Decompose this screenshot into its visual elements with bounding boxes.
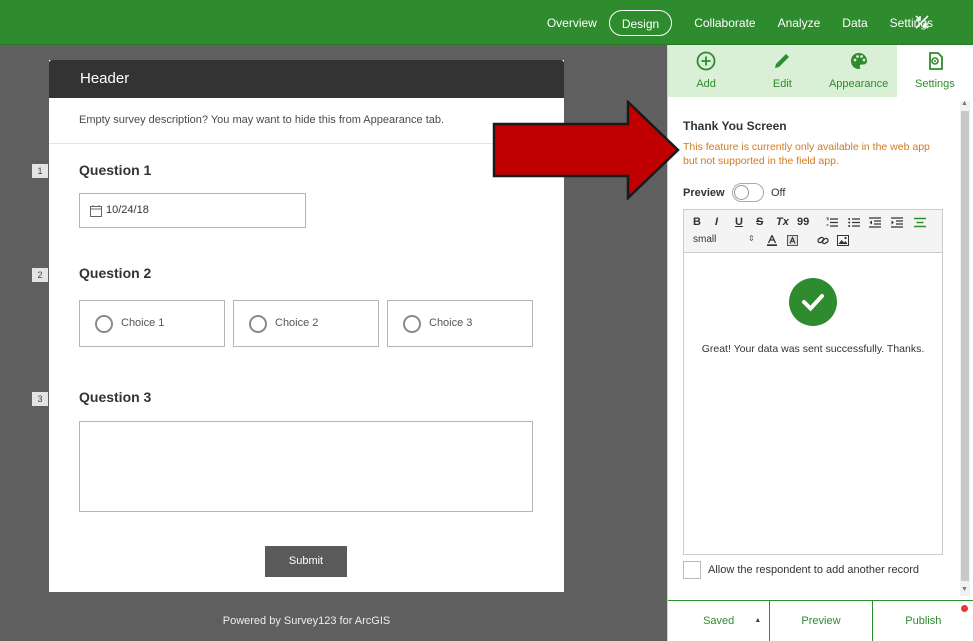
- quote-button[interactable]: 99: [797, 216, 809, 228]
- preview-toggle[interactable]: [732, 183, 764, 202]
- choice-1[interactable]: Choice 1: [79, 300, 225, 347]
- outdent-icon[interactable]: [869, 217, 881, 228]
- panel-bottom-bar: Saved ▲ Preview Publish: [668, 600, 973, 641]
- allow-another-checkbox[interactable]: [683, 561, 701, 579]
- radio-icon: [249, 315, 267, 333]
- indent-icon[interactable]: [891, 217, 903, 228]
- submit-button[interactable]: Submit: [265, 546, 347, 577]
- preview-label: Preview: [683, 187, 725, 199]
- nav-collaborate[interactable]: Collaborate: [694, 10, 755, 36]
- tab-edit[interactable]: Edit: [744, 45, 821, 97]
- image-icon[interactable]: [837, 235, 849, 246]
- background-color-icon[interactable]: [787, 235, 798, 246]
- choice-label: Choice 2: [275, 317, 319, 329]
- question-number-1: 1: [32, 164, 48, 178]
- caret-up-icon: ▲: [754, 617, 762, 624]
- clear-format-button[interactable]: Tx: [776, 216, 789, 228]
- bullet-list-icon[interactable]: [848, 217, 860, 228]
- editor-toolbar: B I U S Tx 99 small ⇕: [684, 210, 942, 253]
- bold-button[interactable]: B: [693, 216, 701, 228]
- preview-state: Off: [771, 187, 786, 199]
- settings-doc-icon: [928, 52, 943, 70]
- tab-settings[interactable]: Settings: [896, 45, 973, 97]
- nav-analyze[interactable]: Analyze: [778, 10, 821, 36]
- italic-button[interactable]: I: [715, 216, 718, 228]
- scroll-thumb[interactable]: [961, 111, 969, 581]
- publish-button[interactable]: Publish: [873, 601, 973, 641]
- select-arrows-icon[interactable]: ⇕: [748, 234, 755, 243]
- choice-3[interactable]: Choice 3: [387, 300, 533, 347]
- settings-panel: Add Edit Appearance Settings ▲ ▼ Thank Y…: [667, 45, 973, 641]
- survey-header[interactable]: Header: [49, 60, 564, 98]
- survey-form: Header Empty survey description? You may…: [49, 60, 564, 592]
- underline-button[interactable]: U: [735, 216, 743, 228]
- preview-button[interactable]: Preview: [770, 601, 873, 641]
- panel-scrollbar[interactable]: ▲ ▼: [960, 100, 970, 596]
- date-value: 10/24/18: [106, 204, 149, 216]
- scroll-down-icon[interactable]: ▼: [961, 586, 968, 593]
- font-size-select[interactable]: small: [693, 234, 716, 245]
- strike-button[interactable]: S: [756, 216, 763, 228]
- pencil-icon: [775, 54, 790, 68]
- align-center-icon[interactable]: [914, 217, 926, 228]
- choice-label: Choice 1: [121, 317, 165, 329]
- numbered-list-icon[interactable]: [826, 217, 838, 228]
- tab-appearance[interactable]: Appearance: [820, 45, 897, 97]
- warning-text: This feature is currently only available…: [683, 141, 930, 167]
- question-2-title[interactable]: Question 2: [79, 265, 151, 281]
- nav-data[interactable]: Data: [842, 10, 867, 36]
- toggle-knob: [734, 185, 749, 200]
- scroll-up-icon[interactable]: ▲: [961, 100, 968, 107]
- question-number-2: 2: [32, 268, 48, 282]
- saved-button[interactable]: Saved ▲: [668, 601, 771, 641]
- question-1-title[interactable]: Question 1: [79, 162, 151, 178]
- survey-description[interactable]: Empty survey description? You may want t…: [49, 98, 564, 144]
- date-input[interactable]: 10/24/18: [79, 193, 306, 228]
- radio-icon: [95, 315, 113, 333]
- link-icon[interactable]: [817, 235, 829, 246]
- calendar-icon: [90, 205, 102, 217]
- choice-2[interactable]: Choice 2: [233, 300, 379, 347]
- question-3-title[interactable]: Question 3: [79, 389, 151, 405]
- palette-icon: [850, 53, 867, 69]
- choice-label: Choice 3: [429, 317, 473, 329]
- success-check-icon: [789, 278, 837, 326]
- nav-overview[interactable]: Overview: [547, 10, 597, 36]
- radio-icon: [403, 315, 421, 333]
- add-icon: [696, 51, 716, 71]
- success-message[interactable]: Great! Your data was sent successfully. …: [684, 343, 942, 355]
- top-nav-bar: Overview Design Collaborate Analyze Data…: [0, 0, 973, 45]
- notification-dot: [960, 605, 968, 612]
- powered-by: Powered by Survey123 for ArcGIS: [222, 615, 391, 627]
- thank-you-title: Thank You Screen: [683, 119, 787, 133]
- text-color-icon[interactable]: [767, 235, 777, 246]
- collapse-icon[interactable]: [913, 13, 931, 31]
- nav-design[interactable]: Design: [608, 9, 673, 36]
- question-number-3: 3: [32, 392, 48, 406]
- red-arrow-annotation: [492, 100, 680, 200]
- rich-text-editor[interactable]: B I U S Tx 99 small ⇕ Great! Your data w…: [683, 209, 943, 555]
- panel-tabs: Add Edit Appearance Settings: [668, 45, 973, 97]
- allow-another-label[interactable]: Allow the respondent to add another reco…: [708, 564, 919, 576]
- nav: Overview Design Collaborate Analyze Data…: [525, 0, 933, 45]
- question-3-textarea[interactable]: [79, 421, 533, 512]
- tab-add[interactable]: Add: [668, 45, 745, 97]
